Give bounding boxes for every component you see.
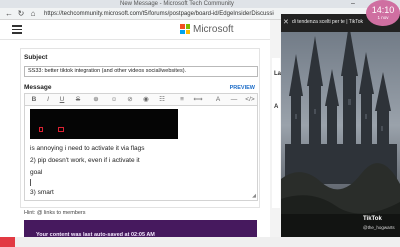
body-line: is annoying i need to activate it via fl… [30, 145, 145, 152]
message-editor[interactable]: is annoying i need to activate it via fl… [24, 105, 258, 201]
hint-text: Hint: @ links to members [24, 210, 86, 216]
body-line: goal [30, 169, 43, 176]
link-icon[interactable]: ⊘ [125, 95, 135, 104]
taskbar [0, 237, 400, 247]
tiktok-watermark: TikTok [363, 216, 382, 222]
taskbar-app-icon[interactable] [0, 237, 15, 247]
preview-link[interactable]: PREVIEW [230, 85, 255, 91]
font-color-icon[interactable]: A [213, 95, 223, 104]
side-label-la: La [274, 71, 282, 77]
pip-title: di tendenza scelti per te | TikTok [292, 19, 364, 25]
castle-video-frame [281, 14, 400, 237]
strikethrough-button[interactable]: S [73, 95, 83, 104]
side-card [272, 58, 280, 208]
spoiler-icon[interactable]: ⊕ [91, 95, 101, 104]
compose-panel: Subject SS33: better tiktok integration … [20, 48, 260, 208]
underline-button[interactable]: U [57, 95, 67, 104]
reload-icon[interactable]: ↻ [16, 9, 26, 19]
message-label: Message [24, 84, 52, 91]
brand-name: Microsoft [193, 24, 234, 35]
minimize-icon[interactable]: – [348, 0, 358, 8]
more-options-icon[interactable]: — [229, 95, 239, 104]
microsoft-logo-icon[interactable] [180, 24, 190, 34]
hamburger-menu-icon[interactable] [12, 25, 22, 34]
body-line: 2) pip doesn't work, even if i activate … [30, 157, 140, 164]
video-marker-icon [39, 127, 43, 132]
back-arrow-icon[interactable]: ← [4, 9, 14, 19]
side-label-a: A [274, 104, 279, 110]
camera-icon[interactable]: ◉ [141, 95, 151, 104]
close-icon[interactable]: ✕ [283, 18, 289, 26]
italic-button[interactable]: I [43, 95, 53, 104]
home-icon[interactable]: ⌂ [28, 9, 38, 19]
screen: New Message - Microsoft Tech Community –… [0, 0, 400, 247]
clock-time: 14:10 [371, 5, 395, 15]
url-field[interactable]: https://techcommunity.microsoft.com/t5/f… [44, 9, 274, 19]
clock-widget: 14:10 1 nov [366, 0, 400, 26]
emoji-icon[interactable]: ☺ [109, 95, 119, 104]
code-view-icon[interactable]: </> [245, 95, 255, 104]
image-marker-icon [58, 127, 64, 132]
subject-input[interactable]: SS33: better tiktok integration (and oth… [24, 66, 258, 77]
subject-label: Subject [24, 54, 48, 61]
clock-date: 1 nov [377, 15, 389, 20]
bold-button[interactable]: B [29, 95, 39, 104]
bulleted-list-icon[interactable]: ☷ [157, 95, 167, 104]
editor-toolbar: B I U S ⊕ ☺ ⊘ ◉ ☷ ≡ ⟺ A — </> [24, 93, 258, 105]
browser-titlebar: New Message - Microsoft Tech Community – [0, 0, 400, 8]
tiktok-username: @the_hogwarts [363, 225, 395, 230]
embedded-video-placeholder [30, 109, 178, 139]
indent-icon[interactable]: ⟺ [193, 95, 203, 104]
resize-handle-icon[interactable]: ◢ [252, 193, 256, 199]
numbered-list-icon[interactable]: ≡ [177, 95, 187, 104]
tab-title[interactable]: New Message - Microsoft Tech Community [120, 0, 234, 8]
site-header: Microsoft [0, 20, 290, 40]
pip-video-window[interactable]: ✕ di tendenza scelti per te | TikTok [281, 14, 400, 237]
body-line: 3) smart [30, 189, 54, 196]
text-caret [30, 179, 31, 186]
